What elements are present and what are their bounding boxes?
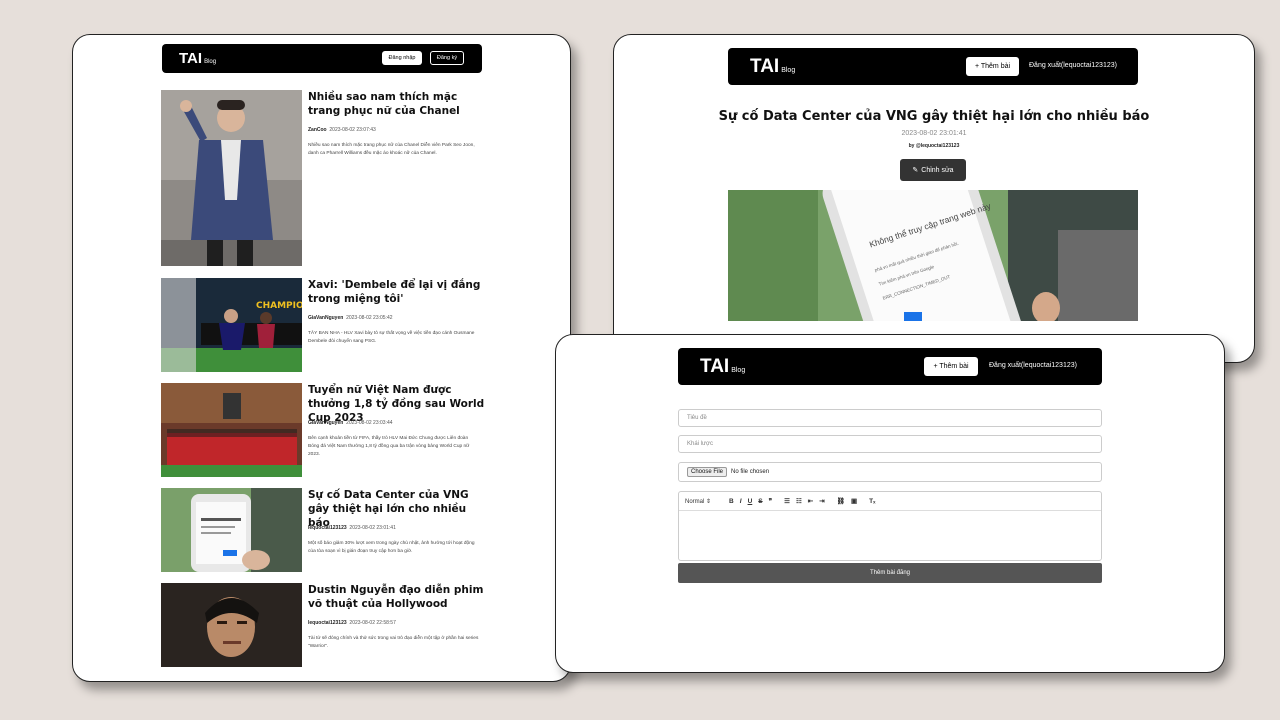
outdent-icon[interactable]: ⇤ [808,497,813,505]
new-post-window: TAI Blog + Thêm bài Đăng xuất(lequoctai12… [555,334,1225,673]
top-navbar: TAI Blog + Thêm bài Đăng xuất(lequoctai12… [728,48,1138,85]
post-date: 2023-08-02 22:58:57 [349,620,396,626]
post-date: 2023-08-02 23:01:41 [349,525,396,531]
brand-sub: Blog [204,59,217,65]
brand-name: TAI [750,56,780,77]
post-thumbnail[interactable] [161,488,302,572]
top-navbar: TAI Blog Đăng nhập Đăng ký [162,44,482,73]
post-excerpt: Nhiều sao nam thích mặc trang phục nữ củ… [308,143,475,156]
brand-name: TAI [179,50,203,67]
summary-input[interactable]: Khái lược [678,435,1102,453]
list-item[interactable]: CHAMPIONS Xavi: 'Dembele để lại vị đắng … [161,278,491,372]
post-excerpt: TÂY BAN NHA - HLV Xavi bày tỏ sự thất vọ… [308,331,475,344]
underline-icon[interactable]: U [748,498,753,505]
image-icon[interactable]: ▣ [851,497,857,505]
italic-icon[interactable]: I [740,498,742,505]
list-item[interactable]: Sự cố Data Center của VNG gây thiệt hại … [161,488,491,572]
article-image: Không thể truy cập trang web này phá.vn … [728,190,1138,321]
edit-button[interactable]: ✎ Chỉnh sửa [900,159,966,181]
indent-icon[interactable]: ⇥ [819,497,824,505]
strike-icon[interactable]: S [758,498,762,505]
add-post-button[interactable]: + Thêm bài [924,357,978,376]
editor-toolbar: Normal ⇕ B I U S ❞ ☰ ☷ ⇤ ⇥ ⛓ ▣ Tₓ [679,492,1101,511]
post-meta: GiaVanNguyen 2023-08-02 23:03:44 [308,420,393,426]
article-byline: by @lequoctai123123 [908,143,960,149]
post-thumbnail[interactable] [161,90,302,266]
blockquote-icon[interactable]: ❞ [769,497,773,505]
post-title[interactable]: Xavi: 'Dembele để lại vị đắng trong miện… [308,278,488,306]
summary-placeholder: Khái lược [687,441,713,447]
post-date: 2023-08-02 23:07:43 [329,127,376,133]
post-author: ZanCoo [308,127,327,133]
logout-link[interactable]: Đăng xuất(lequoctai123123) [1029,62,1117,69]
link-icon[interactable]: ⛓ [837,497,845,505]
title-placeholder: Tiêu đề [687,415,707,421]
choose-file-button[interactable]: Choose File [687,467,728,477]
post-date: 2023-08-02 23:05:42 [346,315,393,321]
post-thumbnail[interactable]: CHAMPIONS [161,278,302,372]
no-file-text: No file chosen [731,469,770,475]
submit-post-button[interactable]: Thêm bài đăng [678,563,1102,583]
post-detail-window: TAI Blog + Thêm bài Đăng xuất(lequoctai12… [613,34,1255,363]
format-select-value: Normal [685,498,705,505]
post-author: GiaVanNguyen [308,420,344,426]
select-arrows-icon: ⇕ [706,498,712,505]
rich-text-editor: Normal ⇕ B I U S ❞ ☰ ☷ ⇤ ⇥ ⛓ ▣ Tₓ [678,491,1102,561]
brand-logo[interactable]: TAI Blog [750,56,795,78]
post-meta: ZanCoo 2023-08-02 23:07:43 [308,127,376,133]
brand-logo[interactable]: TAI Blog [700,356,745,378]
post-thumbnail[interactable] [161,583,302,667]
post-title[interactable]: Tuyển nữ Việt Nam được thưởng 1,8 tỷ đồn… [308,383,488,425]
logout-link[interactable]: Đăng xuất(lequoctai123123) [989,362,1077,369]
ordered-list-icon[interactable]: ☰ [784,497,790,505]
post-excerpt: Một số báo giảm 30% lượt xem trong ngày … [308,541,475,554]
post-author: lequoctai123123 [308,525,347,531]
post-author: GiaVanNguyen [308,315,344,321]
bullet-list-icon[interactable]: ☷ [796,497,802,505]
post-meta: GiaVanNguyen 2023-08-02 23:05:42 [308,315,393,321]
post-excerpt: Tài tử sẽ đóng chính và thử sức trong va… [308,636,479,649]
edit-label: Chỉnh sửa [921,166,954,174]
login-button[interactable]: Đăng nhập [382,51,422,65]
list-item[interactable]: Tuyển nữ Việt Nam được thưởng 1,8 tỷ đồn… [161,383,491,477]
brand-name: TAI [700,356,730,377]
top-navbar: TAI Blog + Thêm bài Đăng xuất(lequoctai12… [678,348,1102,385]
brand-sub: Blog [781,67,796,74]
post-meta: lequoctai123123 2023-08-02 23:01:41 [308,525,396,531]
pencil-icon: ✎ [912,167,919,174]
post-title[interactable]: Nhiều sao nam thích mặc trang phục nữ củ… [308,90,488,118]
post-date: 2023-08-02 23:03:44 [346,420,393,426]
post-meta: lequoctai123123 2023-08-02 22:58:57 [308,620,396,626]
list-item[interactable]: Nhiều sao nam thích mặc trang phục nữ củ… [161,90,491,266]
article-title: Sự cố Data Center của VNG gây thiệt hại … [718,109,1150,124]
register-button[interactable]: Đăng ký [430,51,464,65]
list-item[interactable]: Dustin Nguyễn đạo diễn phim võ thuật của… [161,583,491,667]
file-input[interactable]: Choose File No file chosen [678,462,1102,482]
brand-sub: Blog [731,367,746,374]
title-input[interactable]: Tiêu đề [678,409,1102,427]
post-author: lequoctai123123 [308,620,347,626]
phone-reload-button [904,312,922,321]
bold-icon[interactable]: B [729,498,734,505]
post-excerpt: Bên cạnh khoản tiền từ FIFA, thầy trò HL… [308,436,470,457]
add-post-button[interactable]: + Thêm bài [966,57,1019,76]
clear-format-icon[interactable]: Tₓ [869,498,875,505]
post-title[interactable]: Dustin Nguyễn đạo diễn phim võ thuật của… [308,583,488,611]
svg-text:CHAMPIONS: CHAMPIONS [256,301,302,311]
editor-body[interactable] [679,511,1101,561]
post-thumbnail[interactable] [161,383,302,477]
post-list-window: TAI Blog Đăng nhập Đăng ký Nhiều sao nam … [72,34,571,682]
post-title[interactable]: Sự cố Data Center của VNG gây thiệt hại … [308,488,488,530]
article-date: 2023-08-02 23:01:41 [901,130,967,137]
brand-logo[interactable]: TAI Blog [179,50,216,67]
format-select[interactable]: Normal ⇕ [685,498,711,505]
